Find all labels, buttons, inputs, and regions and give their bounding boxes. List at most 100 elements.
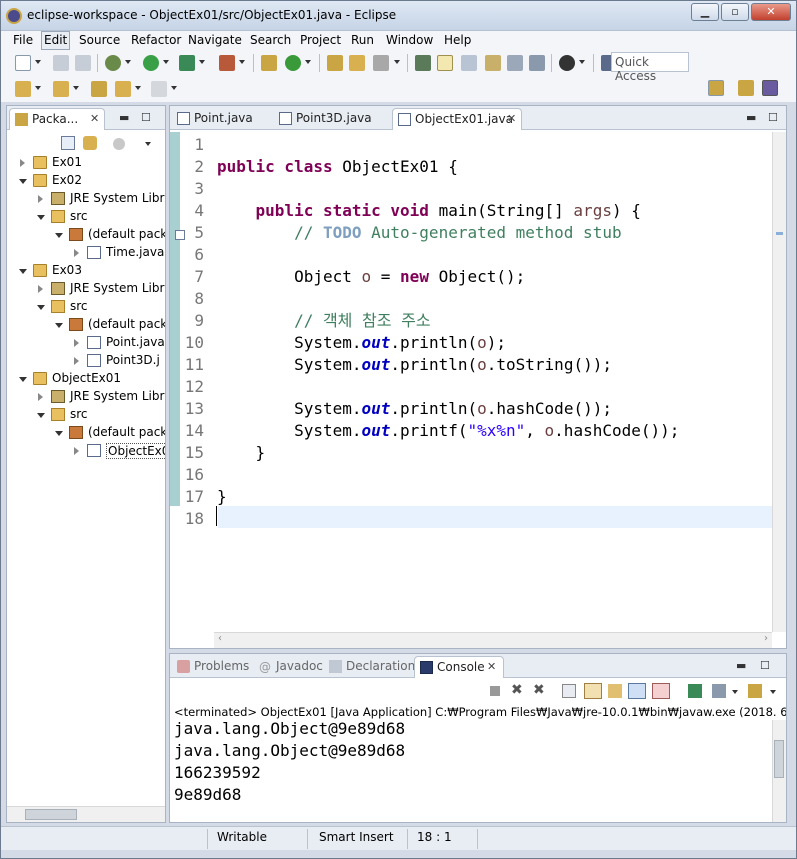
user-icon[interactable] — [559, 55, 575, 71]
menu-window[interactable]: Window — [386, 33, 433, 47]
collapsed-arrow-icon[interactable] — [38, 393, 43, 401]
expanded-arrow-icon[interactable] — [37, 305, 45, 310]
code-line[interactable]: System.out.printf("%x%n", o.hashCode()); — [217, 420, 679, 442]
back-dropdown-icon[interactable] — [135, 86, 141, 90]
open-console-icon[interactable] — [748, 684, 762, 698]
maximize-view-icon[interactable]: ☐ — [768, 111, 778, 124]
code-line[interactable]: // 객체 참조 주소 — [217, 310, 430, 332]
overview-marker[interactable] — [776, 232, 783, 235]
tab-console[interactable]: Console ✕ — [414, 656, 504, 678]
clear-console-icon[interactable] — [562, 684, 576, 698]
scroll-left-icon[interactable]: ‹ — [218, 633, 222, 644]
minimize-view-icon[interactable]: ▬ — [746, 111, 756, 124]
collapsed-arrow-icon[interactable] — [74, 249, 79, 257]
collapsed-arrow-icon[interactable] — [38, 285, 43, 293]
expanded-arrow-icon[interactable] — [19, 269, 27, 274]
tree-item[interactable]: ObjectEx01 — [7, 370, 165, 388]
open-task-icon[interactable] — [349, 55, 365, 71]
save-all-icon[interactable] — [75, 55, 91, 71]
code-line[interactable]: Object o = new Object(); — [217, 266, 525, 288]
tree-item[interactable]: Point3D.j — [7, 352, 165, 370]
pin-console-icon[interactable] — [688, 684, 702, 698]
quick-access-input[interactable]: Quick Access — [611, 52, 689, 83]
debug-icon[interactable] — [105, 55, 121, 71]
collapse-all-icon[interactable] — [61, 136, 75, 150]
next-annotation-icon[interactable] — [15, 81, 31, 97]
tab-declaration[interactable]: Declaration — [324, 656, 415, 678]
next-annotation-dropdown-icon[interactable] — [35, 86, 41, 90]
forward-icon[interactable] — [151, 81, 167, 97]
expanded-arrow-icon[interactable] — [55, 431, 63, 436]
search-dropdown-icon[interactable] — [394, 60, 400, 64]
code-line[interactable]: // TODO Auto-generated method stub — [217, 222, 622, 244]
block-selection-icon[interactable] — [461, 55, 477, 71]
display-console-dropdown-icon[interactable] — [732, 690, 738, 694]
external-tools-icon[interactable] — [219, 55, 235, 71]
terminate-icon[interactable] — [490, 686, 500, 696]
close-button[interactable]: ✕ — [751, 3, 791, 21]
previous-annotation-dropdown-icon[interactable] — [73, 86, 79, 90]
menu-run[interactable]: Run — [351, 33, 374, 47]
java-ee-perspective-icon[interactable] — [738, 80, 754, 96]
collapsed-arrow-icon[interactable] — [74, 339, 79, 347]
code-line[interactable]: public static void main(String[] args) { — [217, 200, 641, 222]
collapsed-arrow-icon[interactable] — [74, 357, 79, 365]
expanded-arrow-icon[interactable] — [55, 233, 63, 238]
open-perspective-icon[interactable] — [708, 80, 724, 96]
menu-search[interactable]: Search — [250, 33, 291, 47]
code-line[interactable]: } — [217, 486, 227, 508]
expanded-arrow-icon[interactable] — [19, 179, 27, 184]
new-java-project-icon[interactable] — [261, 55, 277, 71]
tab-problems[interactable]: Problems — [172, 656, 254, 678]
scroll-thumb[interactable] — [25, 809, 77, 820]
minimize-button[interactable]: ▁ — [691, 3, 719, 21]
collapsed-arrow-icon[interactable] — [74, 447, 79, 455]
code-line[interactable]: System.out.println(o.hashCode()); — [217, 398, 612, 420]
tree-item[interactable]: JRE System Libra — [7, 190, 165, 208]
coverage-icon[interactable] — [179, 55, 195, 71]
mark-occurrences-icon[interactable] — [437, 55, 453, 71]
save-icon[interactable] — [53, 55, 69, 71]
expanded-arrow-icon[interactable] — [37, 215, 45, 220]
previous-annotation-icon[interactable] — [53, 81, 69, 97]
remove-all-launches-icon[interactable]: ✖ — [533, 682, 545, 698]
scroll-thumb[interactable] — [774, 740, 784, 778]
scroll-lock-icon[interactable] — [584, 683, 602, 699]
tree-item[interactable]: JRE System Libra — [7, 388, 165, 406]
tree-item[interactable]: JRE System Libra — [7, 280, 165, 298]
maximize-view-icon[interactable]: ☐ — [141, 111, 151, 124]
code-line[interactable]: public class ObjectEx01 { — [217, 156, 458, 178]
new-icon[interactable] — [15, 55, 31, 71]
collapsed-arrow-icon[interactable] — [20, 159, 25, 167]
menu-project[interactable]: Project — [300, 33, 341, 47]
view-menu-icon[interactable] — [113, 138, 125, 150]
new-class-icon[interactable] — [285, 55, 301, 71]
run-icon[interactable] — [143, 55, 159, 71]
tree-item[interactable]: Ex01 — [7, 154, 165, 172]
tree-item[interactable]: Time.java — [7, 244, 165, 262]
tree-item[interactable]: (default pack — [7, 226, 165, 244]
tab-point-java[interactable]: Point.java — [172, 108, 268, 130]
explorer-horizontal-scrollbar[interactable] — [7, 806, 165, 822]
tree-item[interactable]: src — [7, 406, 165, 424]
remove-launch-icon[interactable]: ✖ — [511, 682, 523, 698]
last-edit-location-icon[interactable] — [91, 81, 107, 97]
search-icon[interactable] — [373, 55, 389, 71]
close-icon[interactable]: ✕ — [487, 660, 496, 673]
tree-item[interactable]: Point.java — [7, 334, 165, 352]
view-menu-dropdown-icon[interactable] — [145, 142, 151, 146]
tree-item[interactable]: ObjectEx0 — [7, 442, 165, 460]
close-icon[interactable]: ✕ — [507, 112, 516, 125]
console-output[interactable]: java.lang.Object@9e89d68 java.lang.Object… — [174, 718, 770, 822]
code-line[interactable]: System.out.println(o.toString()); — [217, 354, 612, 376]
tab-point3d-java[interactable]: Point3D.java — [274, 108, 390, 130]
word-wrap-icon[interactable] — [608, 684, 622, 698]
tab-javadoc[interactable]: @ Javadoc — [254, 656, 328, 678]
scroll-right-icon[interactable]: › — [764, 633, 768, 644]
code-area[interactable]: 1 2 public class ObjectEx01 {3 4 public sta… — [170, 134, 772, 628]
expanded-arrow-icon[interactable] — [19, 377, 27, 382]
menu-file[interactable]: File — [13, 33, 33, 47]
menu-navigate[interactable]: Navigate — [188, 33, 242, 47]
show-console-on-stderr-icon[interactable] — [652, 683, 670, 699]
link-with-editor-icon[interactable] — [83, 136, 97, 150]
